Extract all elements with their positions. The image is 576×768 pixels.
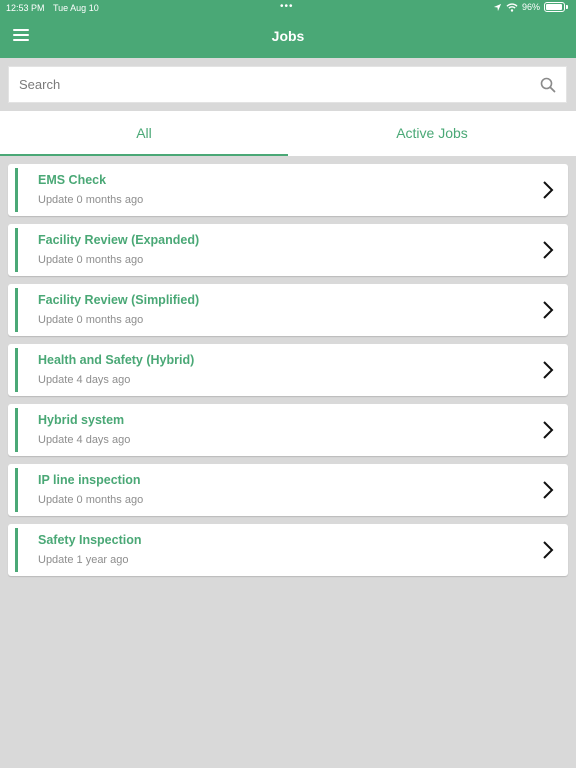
job-updated: Update 4 days ago: [38, 434, 131, 446]
job-updated: Update 1 year ago: [38, 554, 129, 566]
job-item-ip-line-inspection[interactable]: IP line inspection Update 0 months ago: [8, 464, 568, 516]
chevron-right-icon[interactable]: [542, 540, 554, 560]
chevron-right-icon[interactable]: [542, 300, 554, 320]
search-icon[interactable]: [540, 77, 556, 93]
job-item-hybrid-system[interactable]: Hybrid system Update 4 days ago: [8, 404, 568, 456]
job-accent-bar: [15, 288, 18, 332]
job-accent-bar: [15, 228, 18, 272]
job-item-safety-inspection[interactable]: Safety Inspection Update 1 year ago: [8, 524, 568, 576]
job-title: IP line inspection: [38, 473, 141, 487]
chevron-right-icon[interactable]: [542, 480, 554, 500]
job-accent-bar: [15, 528, 18, 572]
job-item-facility-review-expanded[interactable]: Facility Review (Expanded) Update 0 mont…: [8, 224, 568, 276]
status-indicators: 96%: [493, 2, 568, 12]
battery-percent: 96%: [521, 2, 540, 12]
status-bar: 12:53 PM Tue Aug 10 ••• 96%: [0, 0, 576, 16]
tab-all[interactable]: All: [0, 111, 288, 156]
job-title: Health and Safety (Hybrid): [38, 353, 195, 367]
battery-icon: [544, 2, 565, 12]
job-updated: Update 4 days ago: [38, 374, 131, 386]
job-title: Safety Inspection: [38, 533, 142, 547]
battery-tip: [566, 5, 568, 9]
search-bar[interactable]: [8, 66, 567, 103]
chevron-right-icon[interactable]: [542, 420, 554, 440]
page-title: Jobs: [271, 28, 305, 44]
job-item-health-and-safety-hybrid[interactable]: Health and Safety (Hybrid) Update 4 days…: [8, 344, 568, 396]
job-title: Hybrid system: [38, 413, 125, 427]
job-list: EMS Check Update 0 months ago Facility R…: [8, 164, 568, 584]
status-time: 12:53 PM: [6, 3, 45, 13]
app-header: 12:53 PM Tue Aug 10 ••• 96% Jobs: [0, 0, 576, 58]
chevron-right-icon[interactable]: [542, 360, 554, 380]
location-arrow-icon: [493, 3, 502, 11]
tab-active-jobs[interactable]: Active Jobs: [288, 111, 576, 156]
search-input[interactable]: [9, 67, 529, 102]
status-date: Tue Aug 10: [53, 3, 99, 13]
chevron-right-icon[interactable]: [542, 240, 554, 260]
job-title: EMS Check: [38, 173, 107, 187]
job-title: Facility Review (Simplified): [38, 293, 200, 307]
job-item-ems-check[interactable]: EMS Check Update 0 months ago: [8, 164, 568, 216]
job-updated: Update 0 months ago: [38, 314, 144, 326]
job-updated: Update 0 months ago: [38, 254, 144, 266]
job-item-facility-review-simplified[interactable]: Facility Review (Simplified) Update 0 mo…: [8, 284, 568, 336]
job-accent-bar: [15, 168, 18, 212]
job-updated: Update 0 months ago: [38, 494, 144, 506]
job-accent-bar: [15, 348, 18, 392]
wifi-icon: [506, 2, 518, 12]
job-updated: Update 0 months ago: [38, 194, 144, 206]
job-accent-bar: [15, 408, 18, 452]
multitasking-dots[interactable]: •••: [280, 1, 294, 12]
job-accent-bar: [15, 468, 18, 512]
job-title: Facility Review (Expanded): [38, 233, 200, 247]
job-filter-tabs: All Active Jobs: [0, 111, 576, 156]
chevron-right-icon[interactable]: [542, 180, 554, 200]
battery-level: [546, 4, 563, 10]
